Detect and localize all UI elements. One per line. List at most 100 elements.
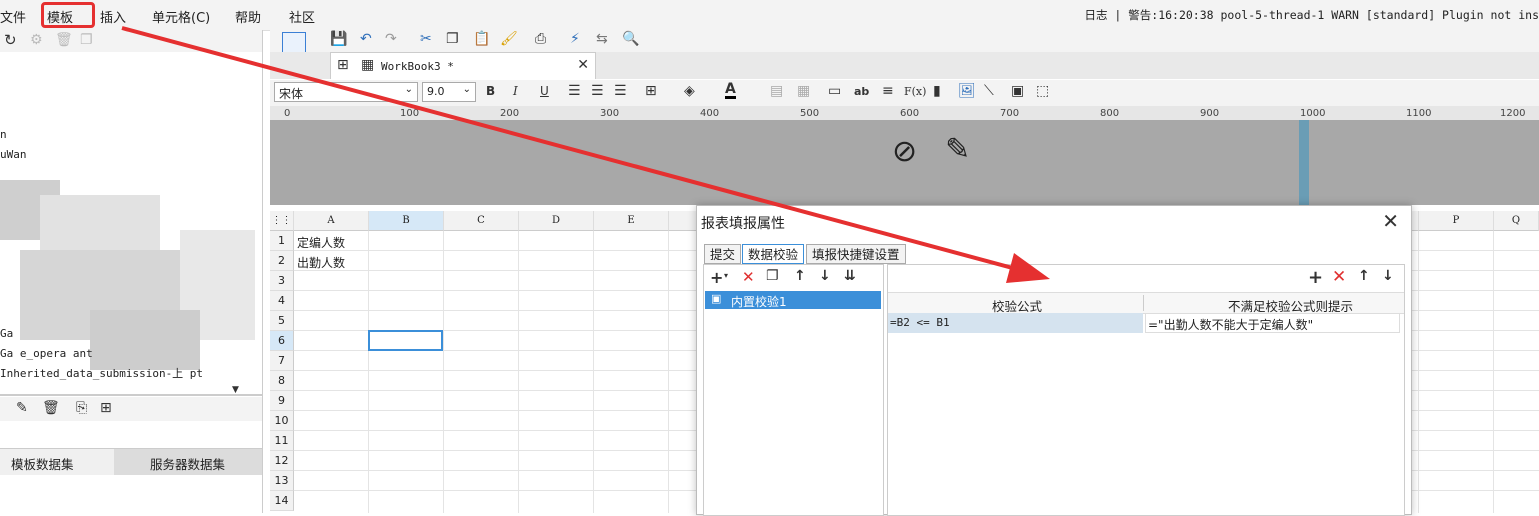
paragraph-icon[interactable]: ≡ [882,83,894,99]
border-icon[interactable]: ⊞ [645,83,657,99]
copy-icon[interactable]: ❐ [80,32,93,48]
cut-icon[interactable]: ✂ [420,31,432,47]
row-header[interactable]: 11 [270,431,294,451]
delete-icon[interactable]: ✕ [1332,267,1346,287]
rule-item[interactable]: ▣ 内置校验1 [705,291,881,309]
refresh-icon[interactable]: ↻ [4,31,17,49]
corner-select[interactable]: ⋮⋮ [270,211,294,231]
menu-insert[interactable]: 插入 [100,7,126,26]
redo-icon[interactable]: ↷ [385,31,397,47]
menu-file[interactable]: 文件 [0,7,26,26]
save-icon[interactable]: 💾 [330,31,347,47]
column-header[interactable]: Q [1494,211,1539,231]
image-icon[interactable]: 🖼 [958,83,976,99]
font-select[interactable]: 宋体 ⌄ [274,82,418,102]
move-down-icon[interactable]: ↓ [819,268,831,284]
close-icon[interactable]: ✕ [1382,209,1399,233]
tab-template-dataset[interactable]: 模板数据集 [11,454,74,473]
delete-icon[interactable]: 🗑 [55,32,73,48]
column-header[interactable]: C [444,211,519,231]
copy-rule-icon[interactable]: ❐ [766,268,779,284]
row-header[interactable]: 14 [270,491,294,511]
tree-item[interactable]: Ga [0,327,13,340]
paste-icon[interactable]: 📋 [473,31,490,47]
tree-item[interactable]: uWan [0,148,27,161]
subreport-icon[interactable]: ▣ [1011,83,1024,99]
selected-cell-B6[interactable] [368,330,443,351]
fill-color-icon[interactable]: ◈ [684,83,695,99]
font-size-select[interactable]: 9.0 ⌄ [422,82,476,102]
underline-button[interactable]: U [540,84,549,98]
move-bottom-icon[interactable]: ⇊ [844,268,856,284]
formula-cell[interactable]: =B2 <= B1 [888,313,1143,333]
row-header[interactable]: 4 [270,291,294,311]
row-header[interactable]: 3 [270,271,294,291]
tree-item[interactable]: n [0,128,7,141]
row-header[interactable]: 1 [270,231,294,251]
delete-rule-icon[interactable]: ✕ [742,268,755,286]
dataset-edit-icon[interactable]: ⊞ [100,400,112,416]
row-header[interactable]: 9 [270,391,294,411]
row-header[interactable]: 2 [270,251,294,271]
tree-item[interactable]: Inherited_data_submission-上 pt [0,365,203,381]
copy-icon[interactable]: ❐ [446,31,459,47]
row-header[interactable]: 12 [270,451,294,471]
row-header[interactable]: 8 [270,371,294,391]
widget-icon[interactable]: ⬚ [1036,83,1049,99]
splitter[interactable] [0,394,262,396]
chevron-down-icon[interactable]: ▼ [232,385,239,395]
tree-item[interactable]: Ga e_opera ant [0,347,93,360]
font-color-icon[interactable]: A [725,82,736,99]
plugin-icon[interactable]: ⚡ [570,31,580,47]
column-header[interactable]: E [594,211,669,231]
tab-shortcut-settings[interactable]: 填报快捷键设置 [806,244,906,264]
menu-community[interactable]: 社区 [289,7,315,26]
cell-A1[interactable]: 定编人数 [297,234,345,251]
preview-icon[interactable]: ⎘ [76,400,87,416]
tab-data-validation[interactable]: 数据校验 [742,244,804,264]
italic-button[interactable]: I [513,84,518,98]
merge-icon[interactable]: ▤ [770,83,783,99]
cell-A2[interactable]: 出勤人数 [297,254,345,271]
format-painter-icon[interactable]: 🖌 [500,31,518,47]
column-header[interactable]: P [1419,211,1494,231]
move-down-icon[interactable]: ↓ [1382,268,1394,284]
delete-icon[interactable]: 🗑 [42,400,60,416]
align-right-icon[interactable]: ☰ [614,83,627,99]
menu-help[interactable]: 帮助 [235,7,261,26]
edit-icon[interactable]: ✎ [945,132,970,167]
hide-icon[interactable]: ⊘ [892,134,917,169]
preview-icon[interactable]: ⎙ [535,31,546,47]
insert-richtext-button[interactable]: ab [854,85,869,98]
row-header[interactable]: 6 [270,331,294,351]
tab-submit[interactable]: 提交 [704,244,741,264]
column-header[interactable]: B [369,211,444,231]
formula-button[interactable]: F(x) [904,85,926,98]
unmerge-icon[interactable]: ▦ [797,83,810,99]
add-rule-icon[interactable]: + [710,268,723,287]
align-left-icon[interactable]: ☰ [568,83,581,99]
menu-cell[interactable]: 单元格(C) [152,7,210,26]
move-up-icon[interactable]: ↑ [794,268,806,284]
close-icon[interactable]: ✕ [577,57,589,73]
row-header[interactable]: 13 [270,471,294,491]
workbook-tab[interactable]: ⊞ ▦ WorkBook3 * ✕ [330,52,596,79]
row-header[interactable]: 5 [270,311,294,331]
column-header[interactable]: A [294,211,369,231]
row-header[interactable]: 10 [270,411,294,431]
add-icon[interactable]: + [1308,267,1323,288]
slash-icon[interactable]: ⟍ [984,83,994,99]
undo-icon[interactable]: ↶ [360,31,372,47]
tab-server-dataset[interactable]: 服务器数据集 [150,454,225,473]
search-icon[interactable]: 🔍 [622,31,639,47]
switch-icon[interactable]: ⇆ [596,31,608,47]
edit-icon[interactable]: ✎ [16,400,28,416]
settings-icon[interactable]: ⚙ [30,32,43,48]
chart-icon[interactable]: ▮ [933,83,941,99]
row-header[interactable]: 7 [270,351,294,371]
move-up-icon[interactable]: ↑ [1358,268,1370,284]
column-header[interactable]: D [519,211,594,231]
align-center-icon[interactable]: ☰ [591,83,604,99]
chevron-down-icon[interactable]: ▾ [724,271,728,280]
bold-button[interactable]: B [486,84,495,98]
